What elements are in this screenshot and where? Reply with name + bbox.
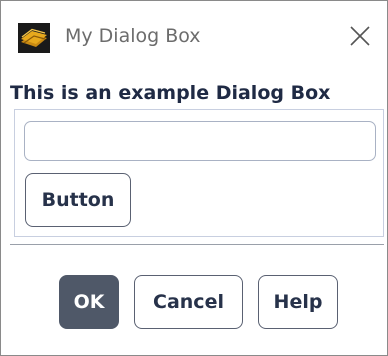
example-button[interactable]: Button — [25, 173, 131, 227]
dialog-heading: This is an example Dialog Box — [10, 82, 331, 104]
fluent-logo-icon — [18, 23, 50, 53]
title-bar[interactable]: My Dialog Box — [1, 1, 387, 69]
text-input[interactable] — [24, 121, 376, 161]
separator — [10, 244, 384, 245]
dialog-window: My Dialog Box This is an example Dialog … — [0, 0, 388, 356]
close-icon[interactable] — [345, 21, 375, 51]
cancel-button[interactable]: Cancel — [134, 275, 243, 329]
window-title: My Dialog Box — [65, 25, 201, 47]
help-button[interactable]: Help — [258, 275, 338, 329]
ok-button[interactable]: OK — [59, 275, 119, 329]
